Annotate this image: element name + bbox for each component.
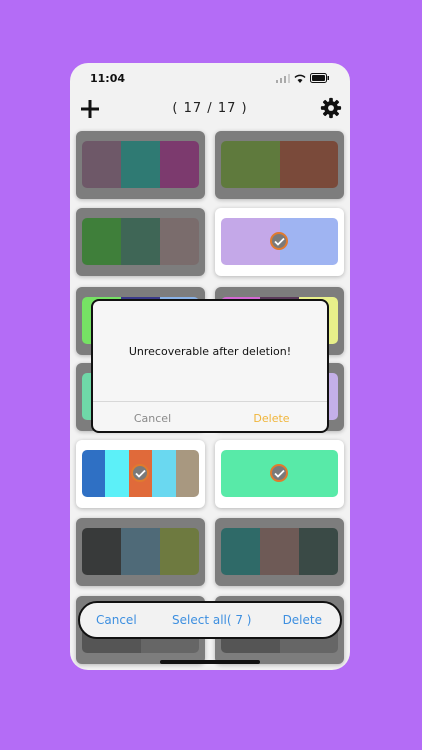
dialog-message: Unrecoverable after deletion! [128, 345, 292, 358]
dialog-overlay: Unrecoverable after deletion! Cancel Del… [70, 63, 350, 670]
bottom-action-bar: Cancel Select all( 7 ) Delete [78, 601, 342, 639]
delete-button[interactable]: Delete [283, 613, 322, 627]
dialog-cancel-button[interactable]: Cancel [93, 412, 212, 425]
cancel-button[interactable]: Cancel [96, 613, 137, 627]
confirm-dialog: Unrecoverable after deletion! Cancel Del… [91, 299, 329, 433]
select-all-button[interactable]: Select all( 7 ) [172, 613, 251, 627]
dialog-divider [93, 401, 327, 402]
phone-screen: 11:04 ( 17 / 17 ) Unrecoverable after de… [70, 63, 350, 670]
home-indicator [160, 660, 260, 664]
dialog-delete-button[interactable]: Delete [212, 412, 331, 425]
